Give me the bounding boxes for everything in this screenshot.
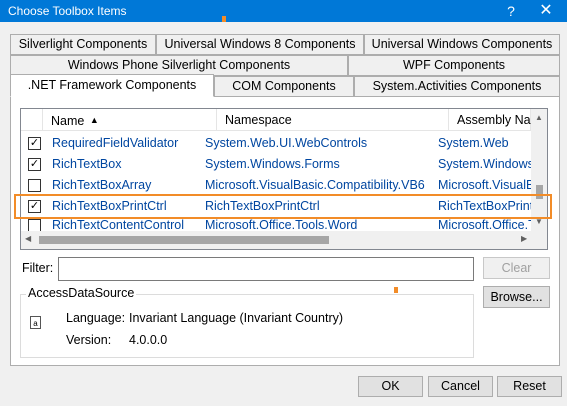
focus-marker (394, 287, 398, 293)
scroll-right-icon[interactable]: ▶ (521, 234, 527, 243)
filter-label: Filter: (22, 261, 54, 275)
clear-button[interactable]: Clear (483, 257, 550, 279)
cancel-button[interactable]: Cancel (428, 376, 493, 397)
horizontal-scroll-thumb[interactable] (39, 236, 329, 244)
version-label: Version: (66, 333, 112, 347)
sort-ascending-icon: ▲ (89, 115, 99, 125)
row-name: RequiredFieldValidator (52, 136, 179, 150)
row-checkbox[interactable]: ✓ (28, 137, 41, 150)
filter-input[interactable] (58, 257, 474, 281)
row-assembly: Microsoft.VisualB (438, 178, 531, 192)
tab-wpf-components[interactable]: WPF Components (348, 55, 560, 76)
details-groupbox (20, 294, 474, 358)
window-title: Choose Toolbox Items (8, 4, 127, 18)
help-button[interactable]: ? (500, 0, 522, 22)
scroll-left-icon[interactable]: ◀ (25, 234, 31, 243)
component-name: AccessDataSource (26, 286, 137, 300)
scroll-up-icon[interactable]: ▲ (535, 113, 543, 122)
row-checkbox[interactable]: ✓ (28, 158, 41, 171)
tab-com-components[interactable]: COM Components (214, 76, 354, 97)
row-namespace: Microsoft.VisualBasic.Compatibility.VB6 (205, 178, 425, 192)
row-name: RichTextBox (52, 157, 122, 171)
column-name-label: Name (51, 114, 85, 128)
tab-universal-windows-8-components[interactable]: Universal Windows 8 Components (156, 34, 364, 55)
reset-button[interactable]: Reset (497, 376, 562, 397)
browse-button[interactable]: Browse... (483, 286, 550, 308)
header-checkbox-column (21, 109, 43, 131)
table-row[interactable]: ✓ RichTextBox System.Windows.Forms Syste… (21, 154, 531, 175)
focus-marker (222, 16, 226, 22)
row-namespace: System.Web.UI.WebControls (205, 136, 368, 150)
horizontal-scrollbar[interactable]: ◀ ▶ (21, 231, 547, 249)
version-value: 4.0.0.0 (129, 333, 168, 347)
column-header-namespace[interactable]: Namespace (217, 109, 449, 131)
ok-button[interactable]: OK (358, 376, 423, 397)
column-header-name[interactable]: Name ▲ (43, 109, 217, 131)
row-name: RichTextBoxArray (52, 178, 152, 192)
tab-universal-windows-components[interactable]: Universal Windows Components (364, 34, 560, 55)
table-row[interactable]: ✓ RequiredFieldValidator System.Web.UI.W… (21, 133, 531, 154)
language-value: Invariant Language (Invariant Country) (129, 311, 344, 325)
row-assembly: System.Web (438, 136, 509, 150)
component-icon: a (30, 316, 41, 329)
selected-row-highlight (14, 194, 552, 219)
tab-silverlight-components[interactable]: Silverlight Components (10, 34, 156, 55)
row-checkbox[interactable] (28, 179, 41, 192)
tab-system-activities-components[interactable]: System.Activities Components (354, 76, 560, 97)
row-namespace: System.Windows.Forms (205, 157, 340, 171)
tab-net-framework-components[interactable]: .NET Framework Components (10, 74, 214, 97)
tab-windows-phone-silverlight-components[interactable]: Windows Phone Silverlight Components (10, 55, 348, 76)
column-header-assembly[interactable]: Assembly Name (449, 109, 547, 131)
close-button[interactable]: ✕ (530, 0, 562, 22)
components-grid[interactable]: Name ▲ Namespace Assembly Name ✓ Require… (20, 108, 548, 250)
table-row[interactable]: RichTextBoxArray Microsoft.VisualBasic.C… (21, 175, 531, 196)
row-assembly: System.Windows. (438, 157, 531, 171)
language-label: Language: (66, 311, 126, 325)
